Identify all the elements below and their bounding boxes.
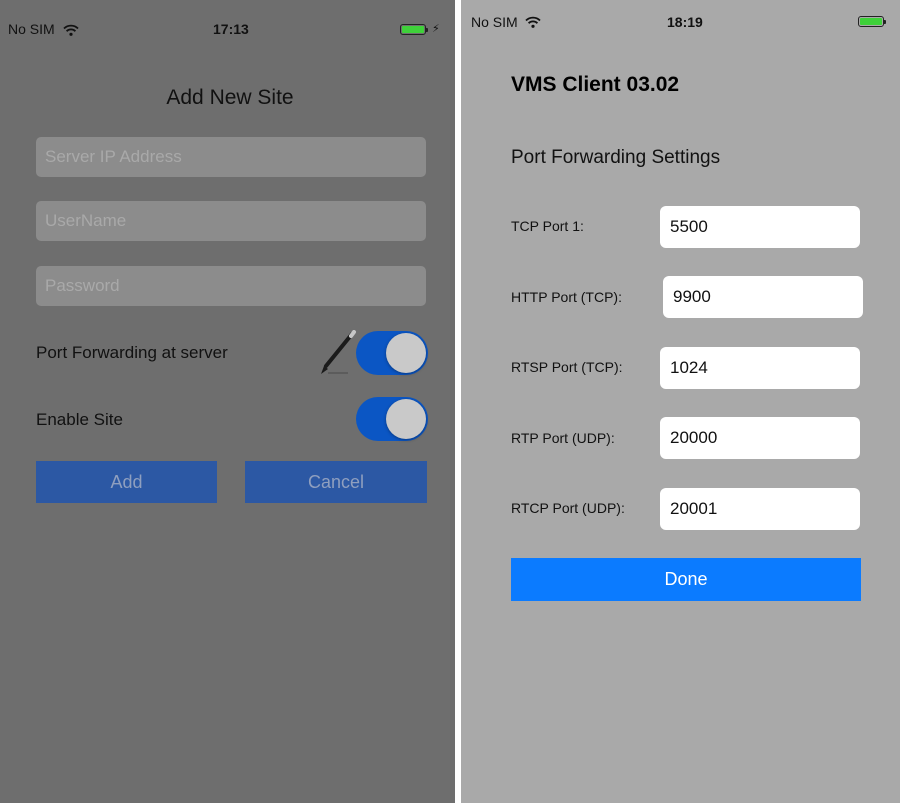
enable-site-toggle[interactable] — [356, 397, 428, 441]
battery-icon — [858, 16, 886, 27]
carrier-label: No SIM — [8, 21, 55, 37]
section-title: Port Forwarding Settings — [511, 147, 721, 168]
server-ip-field[interactable] — [36, 137, 426, 177]
rtsp-port-label: RTSP Port (TCP): — [511, 359, 623, 375]
page-title: Add New Site — [166, 86, 294, 109]
app-title: VMS Client 03.02 — [511, 73, 680, 96]
add-button[interactable]: Add — [36, 461, 217, 503]
rtp-port-label: RTP Port (UDP): — [511, 430, 615, 446]
http-port-field[interactable] — [663, 276, 863, 318]
charging-icon: ⚡ — [432, 23, 440, 35]
add-new-site-screen: No SIM 17:13 ⚡ Add New Site Port Forward… — [0, 0, 455, 803]
wifi-icon — [525, 16, 541, 28]
enable-site-label: Enable Site — [36, 410, 123, 429]
status-bar: No SIM 17:13 ⚡ — [0, 0, 455, 37]
tcp-port-1-field[interactable] — [660, 206, 860, 248]
username-field[interactable] — [36, 201, 426, 241]
port-forwarding-toggle[interactable] — [356, 331, 428, 375]
port-forwarding-label: Port Forwarding at server — [36, 343, 228, 362]
done-button[interactable]: Done — [511, 558, 861, 601]
pencil-icon[interactable] — [318, 330, 358, 376]
wifi-icon — [63, 24, 79, 36]
tcp-port-1-label: TCP Port 1: — [511, 218, 584, 234]
http-port-label: HTTP Port (TCP): — [511, 289, 622, 305]
port-forwarding-settings-screen: No SIM 18:19 VMS Client 03.02 Port Forwa… — [461, 0, 900, 803]
battery-icon — [400, 24, 428, 35]
carrier-label: No SIM — [471, 14, 518, 30]
password-field[interactable] — [36, 266, 426, 306]
rtsp-port-field[interactable] — [660, 347, 860, 389]
status-bar: No SIM 18:19 — [461, 0, 900, 34]
clock: 17:13 — [213, 21, 249, 37]
toggle-knob — [386, 333, 426, 373]
rtp-port-field[interactable] — [660, 417, 860, 459]
rtcp-port-label: RTCP Port (UDP): — [511, 500, 625, 516]
rtcp-port-field[interactable] — [660, 488, 860, 530]
cancel-button[interactable]: Cancel — [245, 461, 427, 503]
clock: 18:19 — [667, 14, 703, 30]
toggle-knob — [386, 399, 426, 439]
